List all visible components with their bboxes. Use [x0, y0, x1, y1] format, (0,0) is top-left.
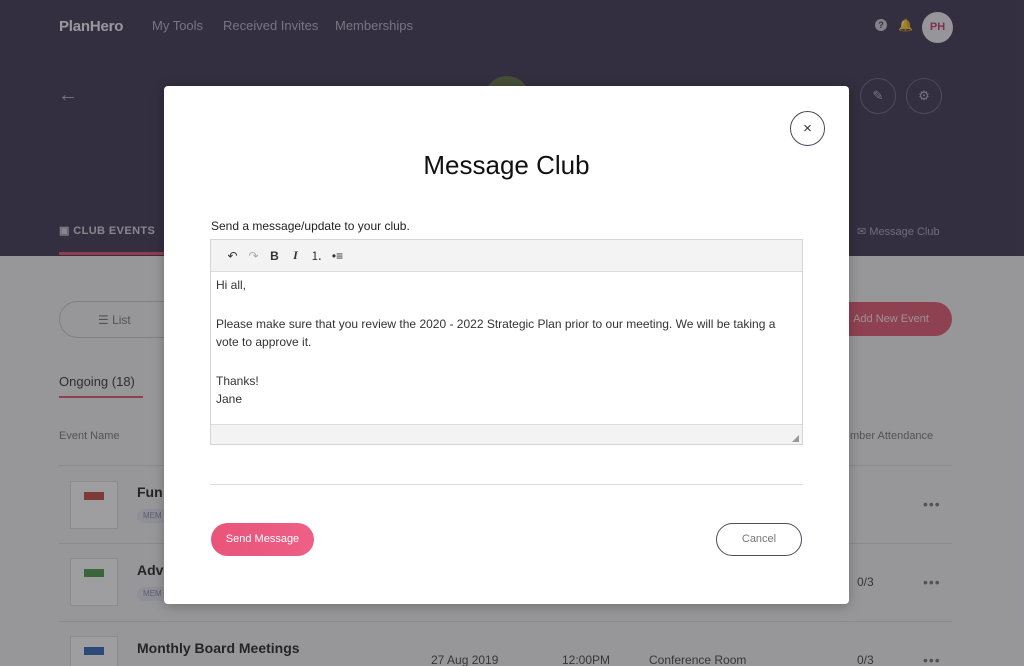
italic-button[interactable]: I — [285, 248, 306, 263]
close-icon: × — [803, 120, 812, 137]
close-button[interactable]: × — [790, 111, 825, 146]
message-greeting: Hi all, — [216, 278, 247, 292]
ordered-list-icon[interactable]: ⒈ — [306, 247, 327, 264]
editor-status-bar — [211, 424, 802, 444]
message-signature: Jane — [216, 392, 243, 406]
modal-divider — [210, 484, 803, 485]
rich-text-editor: ↶ ↷ B I ⒈ •≡ Hi all, Please make sure th… — [210, 239, 803, 445]
redo-icon[interactable]: ↷ — [243, 249, 264, 263]
message-club-modal: × Message Club Send a message/update to … — [164, 86, 849, 604]
message-textarea[interactable]: Hi all, Please make sure that you review… — [211, 272, 802, 424]
message-body: Please make sure that you review the 202… — [216, 317, 776, 349]
bold-button[interactable]: B — [264, 249, 285, 263]
editor-toolbar: ↶ ↷ B I ⒈ •≡ — [211, 240, 802, 272]
bullet-list-icon[interactable]: •≡ — [327, 249, 348, 263]
message-closing: Thanks! — [216, 374, 259, 388]
modal-title: Message Club — [423, 150, 590, 180]
send-message-button[interactable]: Send Message — [211, 523, 314, 556]
cancel-button[interactable]: Cancel — [716, 523, 802, 556]
message-label: Send a message/update to your club. — [211, 219, 410, 233]
undo-icon[interactable]: ↶ — [222, 249, 243, 263]
resize-handle-icon[interactable] — [792, 435, 799, 442]
